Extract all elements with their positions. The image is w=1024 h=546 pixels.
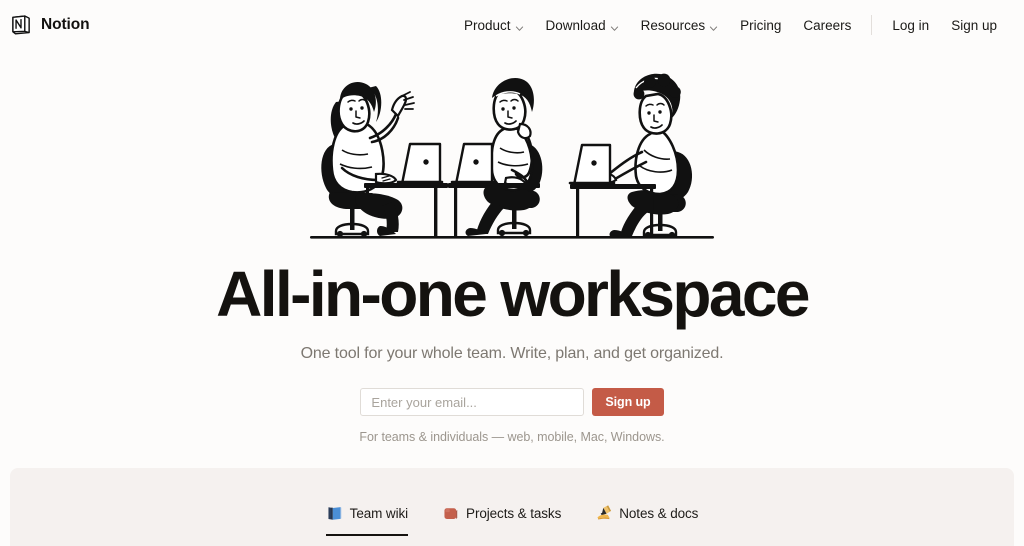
feature-panel: Team wiki Projects & tasks Notes & docs [10, 468, 1014, 546]
tab-team-wiki[interactable]: Team wiki [325, 505, 409, 536]
chevron-down-icon [515, 21, 524, 31]
nav-item-careers[interactable]: Careers [792, 12, 862, 39]
hero-section: All-in-one workspace One tool for your w… [0, 50, 1024, 444]
sign-up-button[interactable]: Sign up [592, 388, 664, 417]
tab-notes-docs[interactable]: Notes & docs [595, 505, 698, 536]
primary-nav: Product Download Resources Pricing Caree… [453, 12, 1008, 39]
sign-up-nav-button[interactable]: Sign up [940, 12, 1008, 39]
nav-label: Log in [892, 17, 930, 33]
nav-item-resources[interactable]: Resources [630, 12, 730, 39]
writing-hand-emoji-icon [595, 505, 612, 522]
page-title: All-in-one workspace [216, 258, 810, 330]
chevron-down-icon [610, 21, 619, 31]
notion-logo-icon [10, 14, 32, 36]
tab-projects-tasks[interactable]: Projects & tasks [442, 505, 561, 536]
nav-label: Download [545, 17, 606, 33]
chevron-down-icon [709, 21, 718, 31]
nav-label: Sign up [951, 17, 997, 33]
blue-book-emoji-icon [326, 505, 343, 522]
tab-label: Projects & tasks [466, 506, 562, 521]
log-in-button[interactable]: Log in [881, 12, 940, 39]
nav-item-download[interactable]: Download [535, 12, 630, 39]
nav-label: Pricing [740, 17, 782, 33]
brand-name: Notion [41, 16, 90, 33]
hero-illustration [306, 66, 718, 246]
nav-label: Careers [803, 17, 852, 33]
brand-logo-link[interactable]: Notion [10, 14, 90, 36]
site-header: Notion Product Download Resources Pricin… [0, 0, 1024, 50]
nav-label: Resources [640, 17, 706, 33]
hero-signup-form: Sign up [0, 388, 1024, 417]
email-field[interactable] [360, 388, 585, 417]
feature-tabs: Team wiki Projects & tasks Notes & docs [10, 468, 1014, 536]
hero-subtitle: One tool for your whole team. Write, pla… [300, 345, 724, 363]
tab-label: Notes & docs [619, 506, 699, 521]
nav-label: Product [464, 17, 511, 33]
signup-helper-text: For teams & individuals — web, mobile, M… [359, 430, 665, 445]
nav-item-pricing[interactable]: Pricing [729, 12, 792, 39]
brick-emoji-icon [442, 505, 459, 522]
nav-divider [871, 15, 873, 35]
nav-item-product[interactable]: Product [453, 12, 535, 39]
tab-label: Team wiki [349, 506, 409, 521]
